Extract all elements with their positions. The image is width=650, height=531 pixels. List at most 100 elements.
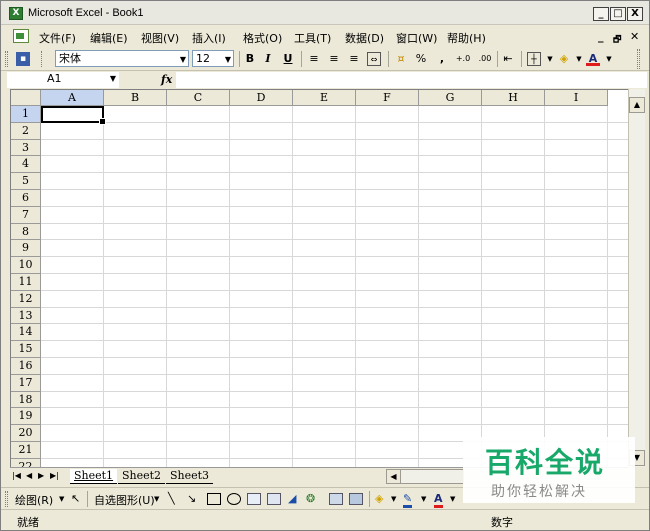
- font-size-select[interactable]: 12 ▼: [192, 50, 234, 67]
- italic-button[interactable]: I: [261, 52, 275, 66]
- chevron-down-icon[interactable]: ▼: [391, 495, 396, 503]
- row-header-11[interactable]: 11: [11, 274, 41, 291]
- menu-help[interactable]: 帮助(H): [447, 30, 486, 46]
- row-header-8[interactable]: 8: [11, 223, 41, 241]
- function-icon[interactable]: fx: [161, 73, 172, 86]
- column-header-a[interactable]: A: [41, 90, 104, 106]
- row-header-7[interactable]: 7: [11, 206, 41, 224]
- wordart-icon[interactable]: ◢: [288, 492, 296, 505]
- line-icon[interactable]: ╲: [168, 492, 175, 505]
- indent-icon[interactable]: ⇤: [501, 52, 515, 66]
- active-cell[interactable]: [41, 106, 106, 125]
- chevron-down-icon[interactable]: ▼: [572, 52, 586, 66]
- sheet-tab-2[interactable]: Sheet2: [118, 469, 166, 484]
- doc-close-button[interactable]: ✕: [630, 30, 639, 43]
- chevron-down-icon[interactable]: ▼: [602, 52, 616, 66]
- toolbar-options-grip[interactable]: [637, 49, 640, 69]
- clipart-icon[interactable]: [329, 493, 343, 505]
- fill-color-icon[interactable]: ◈: [375, 492, 383, 505]
- row-header-4[interactable]: 4: [11, 156, 41, 174]
- vertical-textbox-icon[interactable]: [267, 493, 281, 505]
- formula-input[interactable]: [176, 72, 647, 88]
- sheet-tab-3[interactable]: Sheet3: [166, 469, 214, 484]
- row-header-6[interactable]: 6: [11, 190, 41, 207]
- row-header-21[interactable]: 21: [11, 442, 41, 459]
- chevron-down-icon[interactable]: ▼: [543, 52, 557, 66]
- first-sheet-icon[interactable]: |◀: [12, 471, 21, 480]
- percent-button[interactable]: %: [414, 52, 428, 66]
- row-header-15[interactable]: 15: [11, 341, 41, 358]
- increase-decimal-button[interactable]: +.0: [453, 52, 473, 66]
- row-header-3[interactable]: 3: [11, 139, 41, 157]
- row-header-19[interactable]: 19: [11, 408, 41, 426]
- next-sheet-icon[interactable]: ▶: [38, 471, 44, 480]
- scroll-left-icon[interactable]: ◀: [387, 470, 401, 483]
- textbox-icon[interactable]: [247, 493, 261, 505]
- select-all-corner[interactable]: [11, 90, 41, 106]
- chevron-down-icon[interactable]: ▼: [154, 495, 159, 503]
- last-sheet-icon[interactable]: ▶|: [50, 471, 59, 480]
- chevron-down-icon[interactable]: ▼: [59, 495, 64, 503]
- sheet-tab-1[interactable]: Sheet1: [70, 469, 118, 484]
- close-button[interactable]: X: [627, 7, 643, 21]
- rectangle-icon[interactable]: [207, 493, 221, 505]
- row-header-13[interactable]: 13: [11, 307, 41, 325]
- column-header-d[interactable]: D: [230, 90, 293, 106]
- select-objects-icon[interactable]: ↖: [71, 492, 80, 505]
- column-header-b[interactable]: B: [104, 90, 167, 106]
- chevron-down-icon[interactable]: ▼: [450, 495, 455, 503]
- column-header-g[interactable]: G: [419, 90, 482, 106]
- minimize-button[interactable]: _: [593, 7, 609, 21]
- column-header-i[interactable]: I: [545, 90, 608, 106]
- comma-button[interactable]: ,: [435, 52, 449, 66]
- row-header-18[interactable]: 18: [11, 391, 41, 409]
- row-header-9[interactable]: 9: [11, 240, 41, 258]
- title-bar[interactable]: X Microsoft Excel - Book1 _ □ X: [1, 1, 649, 25]
- chevron-down-icon[interactable]: ▼: [421, 495, 426, 503]
- row-header-14[interactable]: 14: [11, 324, 41, 342]
- line-color-icon[interactable]: ✎: [403, 492, 413, 508]
- borders-icon[interactable]: ┼: [527, 52, 541, 66]
- column-header-h[interactable]: H: [482, 90, 545, 106]
- merge-center-icon[interactable]: ⇔: [367, 52, 381, 66]
- row-header-1[interactable]: 1: [11, 106, 41, 123]
- row-header-17[interactable]: 17: [11, 374, 41, 392]
- row-header-2[interactable]: 2: [11, 122, 41, 140]
- align-center-icon[interactable]: ≡: [327, 52, 341, 66]
- row-header-10[interactable]: 10: [11, 257, 41, 274]
- column-header-e[interactable]: E: [293, 90, 356, 106]
- toolbar-grip[interactable]: [5, 51, 8, 67]
- currency-icon[interactable]: ¤: [394, 52, 408, 66]
- menu-format[interactable]: 格式(O): [243, 30, 282, 46]
- row-header-5[interactable]: 5: [11, 173, 41, 190]
- toolbar-grip[interactable]: [5, 491, 8, 507]
- underline-button[interactable]: U: [281, 52, 295, 66]
- font-color-button[interactable]: A: [586, 52, 600, 66]
- column-header-f[interactable]: F: [356, 90, 419, 106]
- name-box[interactable]: A1 ▼: [7, 72, 119, 88]
- align-right-icon[interactable]: ≡: [347, 52, 361, 66]
- insert-picture-icon[interactable]: [349, 493, 363, 505]
- font-name-select[interactable]: 宋体 ▼: [55, 50, 189, 67]
- bold-button[interactable]: B: [243, 52, 257, 66]
- worksheet-grid[interactable]: ABCDEFGHI 1 2 3 4 5 6 7 8 9 10 11 12 13 14 15 16 17 18 19 2…: [10, 89, 628, 467]
- menu-insert[interactable]: 插入(I): [192, 30, 226, 46]
- row-header-16[interactable]: 16: [11, 358, 41, 375]
- menu-data[interactable]: 数据(D): [345, 30, 384, 46]
- row-header-20[interactable]: 20: [11, 425, 41, 442]
- decrease-decimal-button[interactable]: .00: [475, 52, 495, 66]
- menu-file[interactable]: 文件(F): [39, 30, 76, 46]
- scroll-up-icon[interactable]: ▲: [629, 97, 645, 113]
- horizontal-scrollbar[interactable]: ◀: [386, 469, 464, 484]
- doc-minimize-button[interactable]: _: [598, 30, 604, 43]
- maximize-button[interactable]: □: [610, 7, 626, 21]
- draw-menu-button[interactable]: 绘图(R): [15, 492, 53, 508]
- column-header-c[interactable]: C: [167, 90, 230, 106]
- row-header-12[interactable]: 12: [11, 290, 41, 308]
- diagram-icon[interactable]: ❂: [306, 492, 315, 505]
- row-header-22[interactable]: 22: [11, 458, 41, 467]
- save-icon[interactable]: ▪: [16, 52, 30, 66]
- prev-sheet-icon[interactable]: ◀: [26, 471, 32, 480]
- doc-restore-button[interactable]: 🗗: [613, 32, 621, 48]
- menu-window[interactable]: 窗口(W): [396, 30, 437, 46]
